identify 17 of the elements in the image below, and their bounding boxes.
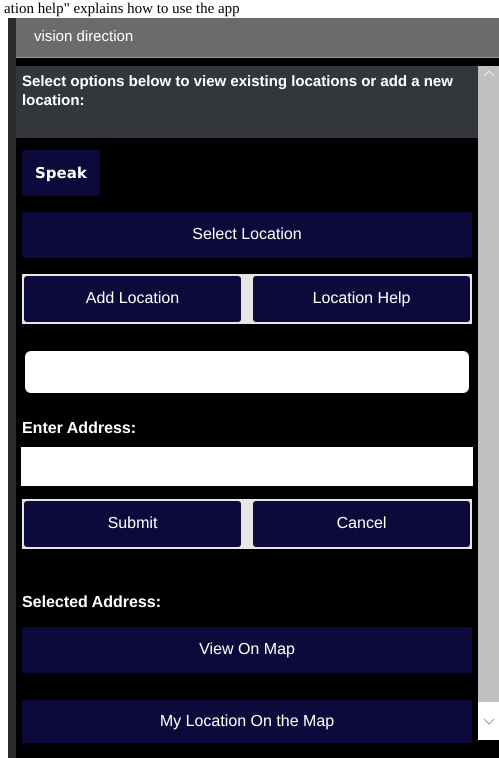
scroll-up-icon[interactable]	[482, 70, 494, 77]
location-help-button[interactable]: Location Help	[253, 276, 470, 322]
speak-button[interactable]: Speak	[22, 150, 100, 196]
text-field[interactable]	[25, 351, 469, 393]
add-location-button[interactable]: Add Location	[24, 276, 241, 322]
instruction-text: Select options below to view existing locations or add a new location:	[16, 66, 478, 138]
select-location-button[interactable]: Select Location	[22, 212, 472, 258]
view-on-map-button[interactable]: View On Map	[22, 627, 472, 673]
window-title: vision direction	[16, 18, 499, 58]
caption-text: ation help" explains how to use the app	[4, 0, 240, 18]
cancel-button[interactable]: Cancel	[253, 501, 470, 547]
selected-address-label: Selected Address:	[22, 593, 162, 613]
submit-button[interactable]: Submit	[24, 501, 241, 547]
my-location-button[interactable]: My Location On the Map	[22, 700, 472, 743]
scroll-down-icon[interactable]	[482, 718, 494, 724]
address-field[interactable]	[21, 447, 473, 486]
address-label: Enter Address:	[22, 419, 138, 439]
